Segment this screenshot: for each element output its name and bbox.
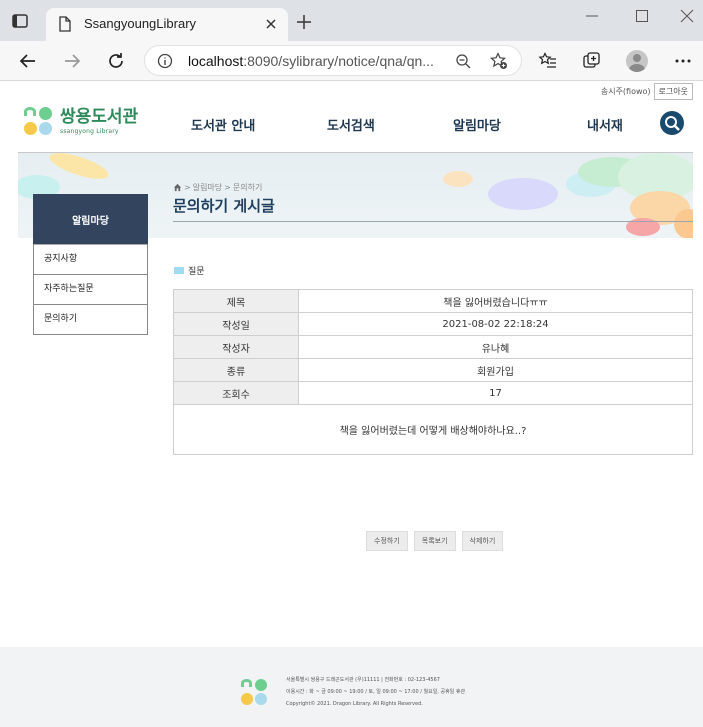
forward-arrow-icon[interactable] [62,51,82,71]
cloud-decoration [443,171,473,187]
cloud-decoration [46,153,112,185]
nav-book-search[interactable]: 도서검색 [327,115,375,134]
nav-library-info[interactable]: 도서관 안내 [191,115,255,134]
footer-copyright: Copyright© 2021. Dragon Library. All Rig… [286,701,423,707]
sidebar-item-notice[interactable]: 공지사항 [34,244,147,274]
section-label-text: 질문 [188,267,205,277]
table-row: 조회수 17 [173,381,693,405]
user-name: 송시주(fiowo) [600,87,651,96]
row-label: 조회수 [173,381,299,405]
web-page: 송시주(fiowo) 로그아웃 쌍용도서관 ssangyong Library … [0,81,703,727]
edit-button[interactable]: 수정하기 [366,531,408,551]
row-label: 제목 [173,289,299,313]
footer-logo [241,679,267,705]
site-logo[interactable]: 쌍용도서관 ssangyong Library [24,107,138,135]
more-options-icon[interactable] [673,51,693,71]
delete-button[interactable]: 삭제하기 [461,531,504,551]
search-icon [665,116,680,131]
site-search-button[interactable] [660,111,684,135]
sidebar-item-faq[interactable]: 자주하는질문 [34,274,147,304]
row-value: 17 [298,381,693,405]
tab-actions-icon[interactable] [10,11,30,31]
nav-notice[interactable]: 알림마당 [453,115,501,134]
section-marker-icon [174,267,184,274]
minimize-icon[interactable] [584,8,600,24]
question-table: 제목 책을 잃어버렸습니다ㅠㅠ 작성일 2021-08-02 22:18:24 작성… [173,289,693,455]
row-label: 종류 [173,358,299,382]
new-tab-icon[interactable] [296,14,312,30]
window-close-icon[interactable] [679,8,695,24]
sidebar-item-inquiry[interactable]: 문의하기 [34,304,147,334]
collections-icon[interactable] [582,51,602,71]
logo-title: 쌍용도서관 [60,106,139,127]
url-host: localhost [188,53,244,69]
browser-toolbar: localhost:8090/sylibrary/notice/qna/qn..… [0,41,703,81]
table-row: 제목 책을 잃어버렸습니다ㅠㅠ [173,289,693,313]
tab-title: SsangyoungLibrary [84,16,197,31]
url-text[interactable]: localhost:8090/sylibrary/notice/qna/qn..… [188,53,448,69]
section-label: 질문 [174,264,205,277]
footer-info: 서울특별시 쌍용구 드래곤도서관 (우)11111 | 전화번호 : 02-12… [286,674,465,710]
row-value: 책을 잃어버렸습니다ㅠㅠ [298,289,693,313]
breadcrumb: > 알림마당 > 문의하기 [173,182,262,193]
sidebar-menu: 공지사항 자주하는질문 문의하기 [33,244,148,335]
row-value: 회원가입 [298,358,693,382]
footer-hours: 이용시간 : 화 ~ 금 09:00 ~ 19:00 / 토, 일 09:00 … [286,689,466,695]
action-buttons: 수정하기 목록보기 삭제하기 [366,531,504,551]
zoom-out-icon[interactable] [455,53,471,69]
reload-icon[interactable] [106,51,126,71]
row-label: 작성자 [173,335,299,359]
cloud-decoration [674,209,693,238]
row-label: 작성일 [173,312,299,336]
address-bar[interactable]: localhost:8090/sylibrary/notice/qna/qn..… [144,45,522,76]
breadcrumb-item[interactable]: 알림마당 [193,182,222,193]
site-info-icon[interactable] [157,53,173,69]
url-path: :8090/sylibrary/notice/qna/qn... [243,53,434,69]
document-icon [59,16,71,32]
back-arrow-icon[interactable] [18,51,38,71]
profile-avatar[interactable] [626,50,648,72]
browser-tab[interactable]: SsangyoungLibrary [46,8,288,41]
favorites-icon[interactable] [538,51,558,71]
sidebar-heading: 알림마당 [33,194,148,244]
browser-tab-bar: SsangyoungLibrary [0,0,703,41]
table-row: 작성일 2021-08-02 22:18:24 [173,312,693,336]
home-icon[interactable] [173,183,182,192]
logo-subtitle: ssangyong Library [60,127,119,135]
list-button[interactable]: 목록보기 [413,531,456,551]
site-footer: 서울특별시 쌍용구 드래곤도서관 (우)11111 | 전화번호 : 02-12… [0,647,703,727]
row-value: 2021-08-02 22:18:24 [298,312,693,336]
user-area: 송시주(fiowo) 로그아웃 [601,83,693,100]
page-title: 문의하기 게시글 [173,197,275,215]
question-content: 책을 잃어버렸는데 어떻게 배상해야하나요..? [173,404,693,455]
logo-mark [24,107,52,135]
add-favorite-icon[interactable] [490,52,508,70]
maximize-icon[interactable] [634,8,650,24]
table-row: 작성자 유나혜 [173,335,693,359]
title-underline [173,221,693,222]
logout-button[interactable]: 로그아웃 [653,83,693,100]
breadcrumb-item[interactable]: 문의하기 [233,182,262,193]
row-value: 유나혜 [298,335,693,359]
table-row: 책을 잃어버렸는데 어떻게 배상해야하나요..? [173,404,693,455]
close-tab-icon[interactable] [264,17,278,31]
table-row: 종류 회원가입 [173,358,693,382]
footer-address: 서울특별시 쌍용구 드래곤도서관 (우)11111 | 전화번호 : 02-12… [286,677,440,683]
cloud-decoration [488,178,558,210]
nav-my-library[interactable]: 내서재 [587,115,623,134]
